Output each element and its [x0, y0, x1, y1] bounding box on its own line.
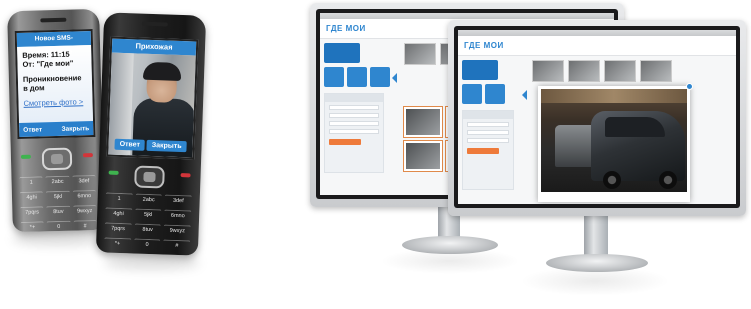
- select-key[interactable]: [143, 171, 156, 183]
- photo-thumbnail[interactable]: [568, 60, 600, 82]
- close-softkey[interactable]: Закрыть: [146, 139, 187, 152]
- app-header: ГДЕ МОИ: [458, 36, 736, 56]
- camera-tile[interactable]: [462, 60, 498, 80]
- keypad-key[interactable]: *+: [20, 221, 45, 233]
- web-app-screen: ГДЕ МОИ: [458, 30, 736, 204]
- photo-thumbnail[interactable]: [532, 60, 564, 82]
- keypad-key[interactable]: 0: [133, 238, 161, 251]
- photo-thumbnail[interactable]: [604, 60, 636, 82]
- monitor-front: ГДЕ МОИ: [448, 20, 746, 216]
- number-keys: 1 2abc 3def 4ghi 5jkl 6mno 7pqrs 8tuv 9wxyz *+ 0 #: [103, 192, 192, 252]
- monitor-reflection: [520, 266, 670, 296]
- close-softkey[interactable]: Закрыть: [61, 125, 89, 133]
- keypad-key[interactable]: #: [73, 219, 97, 232]
- prev-arrow-icon[interactable]: [522, 90, 527, 100]
- keypad-key[interactable]: 9wxyz: [163, 224, 191, 237]
- camera-tiles: [462, 60, 498, 80]
- keypad-key[interactable]: #: [163, 239, 191, 252]
- enlarged-photo: [541, 89, 687, 192]
- keypad: 1 2abc 3def 4ghi 5jkl 6mno 7pqrs 8tuv 9wxyz *+ 0 #: [19, 147, 97, 233]
- camera-tiles: [462, 84, 505, 104]
- app-logo: ГДЕ МОИ: [326, 24, 366, 33]
- keypad-key[interactable]: 5jkl: [134, 208, 162, 221]
- call-key[interactable]: [108, 170, 119, 175]
- date-field[interactable]: [329, 105, 379, 110]
- select-key[interactable]: [50, 153, 64, 165]
- end-call-key[interactable]: [82, 153, 93, 158]
- phone-reflection: [12, 232, 102, 246]
- filter-option[interactable]: [329, 129, 379, 134]
- camera-tile[interactable]: [324, 67, 344, 87]
- show-photos-button[interactable]: [329, 139, 361, 145]
- filter-option[interactable]: [467, 138, 509, 143]
- keypad-key[interactable]: 6mno: [72, 189, 97, 202]
- keypad-key[interactable]: 7pqrs: [104, 222, 132, 235]
- keypad-key[interactable]: 3def: [72, 174, 96, 187]
- keypad-key[interactable]: 4ghi: [19, 191, 44, 203]
- phone-sms: Новое SMS-сообщение Время: 11:15 От: "Гд…: [7, 8, 105, 233]
- keypad: 1 2abc 3def 4ghi 5jkl 6mno 7pqrs 8tuv 9wxyz *+ 0 #: [103, 164, 193, 252]
- phone-photo: Прихожая Ответ Закрыть 1 2abc 3def 4ghi 5jkl…: [95, 12, 207, 256]
- date-field[interactable]: [329, 113, 379, 118]
- sms-message-line1: Проникновение: [22, 73, 82, 84]
- keypad-key[interactable]: 1: [19, 176, 44, 188]
- end-call-key[interactable]: [180, 173, 191, 178]
- number-keys: 1 2abc 3def 4ghi 5jkl 6mno 7pqrs 8tuv 9wxyz *+ 0 #: [19, 174, 97, 233]
- keypad-key[interactable]: 8tuv: [46, 205, 71, 218]
- camera-tile[interactable]: [347, 67, 367, 87]
- navigation-pad[interactable]: [134, 165, 165, 189]
- sms-message-line2: в дом: [23, 83, 45, 93]
- earpiece: [40, 17, 67, 23]
- phone-screen-photo: Прихожая Ответ Закрыть: [106, 36, 199, 160]
- view-photo-link[interactable]: Смотреть фото >: [23, 97, 87, 108]
- keypad-key[interactable]: 4ghi: [105, 207, 133, 220]
- keypad-key[interactable]: 7pqrs: [20, 206, 44, 218]
- photo-lightbox: [538, 83, 693, 202]
- date-field[interactable]: [467, 122, 509, 127]
- camera-tiles: [324, 67, 390, 87]
- keypad-key[interactable]: 9wxyz: [72, 204, 97, 217]
- earpiece: [141, 21, 168, 27]
- filter-option[interactable]: [329, 121, 379, 126]
- camera-tile[interactable]: [462, 84, 482, 104]
- keypad-key[interactable]: *+: [103, 237, 132, 250]
- keypad-key[interactable]: 3def: [164, 194, 192, 207]
- photo-thumbnail[interactable]: [404, 43, 436, 65]
- phone-reflection: [104, 256, 200, 270]
- keypad-key[interactable]: 2abc: [45, 175, 70, 188]
- camera-tiles: [324, 43, 360, 63]
- keypad-key[interactable]: 2abc: [135, 193, 163, 206]
- softkeys: Ответ Закрыть: [108, 137, 192, 154]
- camera-tile[interactable]: [324, 43, 360, 63]
- phone-screen-sms: Новое SMS-сообщение Время: 11:15 От: "Гд…: [14, 29, 96, 140]
- keypad-key[interactable]: 1: [105, 192, 133, 205]
- photo-thumbnail[interactable]: [640, 60, 672, 82]
- monitor-reflection: [380, 248, 520, 274]
- prev-arrow-icon[interactable]: [392, 73, 397, 83]
- navigation-pad[interactable]: [41, 147, 73, 171]
- camera-tile[interactable]: [485, 84, 505, 104]
- softkeys: Ответ Закрыть: [19, 121, 94, 137]
- keypad-key[interactable]: 0: [46, 220, 71, 233]
- photo-item[interactable]: [404, 107, 442, 137]
- show-photos-button[interactable]: [467, 148, 499, 154]
- filter-panel: [324, 93, 384, 173]
- keypad-key[interactable]: 8tuv: [134, 223, 162, 236]
- photo-item[interactable]: [404, 141, 442, 171]
- sms-body: Время: 11:15 От: "Где мои" Проникновение…: [17, 45, 94, 127]
- camera-tile[interactable]: [370, 67, 390, 87]
- reply-softkey[interactable]: Ответ: [114, 138, 146, 151]
- date-field[interactable]: [467, 130, 509, 135]
- keypad-key[interactable]: 5jkl: [46, 190, 70, 203]
- close-icon[interactable]: [686, 83, 693, 90]
- keypad-key[interactable]: 6mno: [164, 209, 192, 222]
- reply-softkey[interactable]: Ответ: [23, 126, 42, 133]
- filter-panel: [462, 110, 514, 190]
- thumbnail-strip: [532, 60, 672, 82]
- call-key[interactable]: [20, 154, 31, 159]
- app-logo: ГДЕ МОИ: [464, 41, 504, 50]
